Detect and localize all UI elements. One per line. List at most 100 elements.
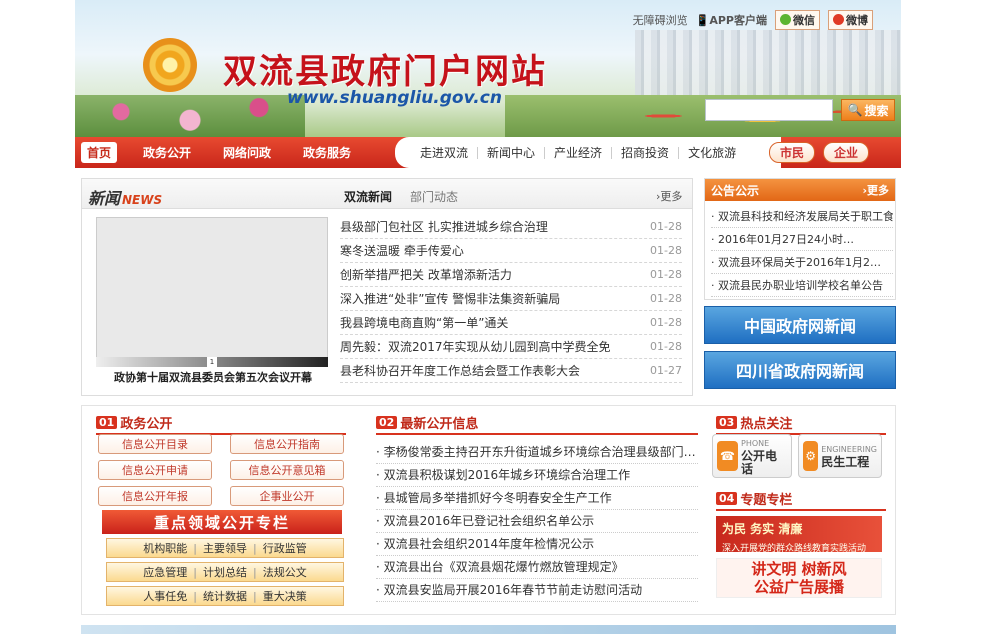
list-item[interactable]: · 双流县环保局关于2016年1月2… bbox=[711, 251, 893, 274]
nav-item-home[interactable]: 首页 bbox=[81, 142, 118, 163]
photo-index[interactable]: 1 bbox=[206, 357, 218, 367]
list-item[interactable]: · 双流县安监局开展2016年春节节前走访慰问活动 bbox=[376, 579, 698, 602]
news-photo[interactable] bbox=[96, 217, 328, 367]
search-button[interactable]: 🔍 搜索 bbox=[841, 99, 895, 121]
key-area-link[interactable]: 统计数据 bbox=[203, 588, 247, 604]
nav-item-investment[interactable]: 招商投资 bbox=[612, 146, 680, 159]
search-icon: 🔍 bbox=[847, 103, 863, 117]
list-item[interactable]: · 双流县科技和经济发展局关于职工食… bbox=[711, 205, 893, 228]
list-item[interactable]: · 双流县社会组织2014年度年检情况公示 bbox=[376, 533, 698, 556]
key-areas-row: 机构职能 | 主要领导 | 行政监管 bbox=[106, 538, 344, 558]
section-title: 最新公开信息 bbox=[400, 416, 479, 432]
hot-item-en: PHONE bbox=[741, 438, 770, 448]
key-area-link[interactable]: 应急管理 bbox=[143, 564, 187, 580]
nav-item-economy[interactable]: 产业经济 bbox=[545, 146, 613, 159]
news-title: 新闻 NEWS bbox=[88, 185, 162, 209]
enterprise-disclosure-button[interactable]: 企事业公开 bbox=[230, 486, 344, 506]
app-client-link[interactable]: 📱APP客户端 bbox=[696, 12, 767, 28]
info-guide-button[interactable]: 信息公开指南 bbox=[230, 434, 344, 454]
wechat-label: 微信 bbox=[793, 14, 815, 27]
public-phone-button[interactable]: ☎ PHONE 公开电话 bbox=[712, 434, 792, 478]
weibo-button[interactable]: 微博 bbox=[828, 10, 873, 30]
key-areas-row: 应急管理 | 计划总结 | 法规公文 bbox=[106, 562, 344, 582]
china-gov-news-link[interactable]: 中国政府网新闻 bbox=[704, 306, 896, 344]
latest-item-title: 李杨俊常委主持召开东升街道城乡环境综合治理县级部门… bbox=[383, 445, 696, 459]
hot-item-cn: 公开电话 bbox=[741, 448, 778, 476]
list-item[interactable]: 创新举措严把关 改革增添新活力 01-28 bbox=[340, 263, 682, 287]
list-item[interactable]: · 双流县出台《双流县烟花爆竹燃放管理规定》 bbox=[376, 556, 698, 579]
nav-item-gov-open[interactable]: 政务公开 bbox=[127, 144, 207, 161]
key-area-link[interactable]: 主要领导 bbox=[203, 540, 247, 556]
news-item-title: 县老科协召开年度工作总结会暨工作表彰大会 bbox=[340, 364, 581, 378]
citizen-button[interactable]: 市民 bbox=[769, 142, 816, 163]
tab-shuangliu-news[interactable]: 双流新闻 bbox=[344, 188, 392, 205]
key-area-link[interactable]: 人事任免 bbox=[143, 588, 187, 604]
key-area-link[interactable]: 行政监管 bbox=[263, 540, 307, 556]
latest-item-title: 双流县安监局开展2016年春节节前走访慰问活动 bbox=[383, 583, 643, 597]
key-area-link[interactable]: 机构职能 bbox=[143, 540, 187, 556]
info-annual-report-button[interactable]: 信息公开年报 bbox=[98, 486, 212, 506]
list-item[interactable]: · 双流县民办职业培训学校名单公告 bbox=[711, 274, 893, 297]
airport-building-graphic bbox=[635, 30, 901, 100]
notice-item-title: 2016年01月27日24小时… bbox=[718, 233, 854, 246]
sichuan-gov-news-link[interactable]: 四川省政府网新闻 bbox=[704, 351, 896, 389]
nav-item-gov-services[interactable]: 政务服务 bbox=[287, 144, 367, 161]
news-item-title: 寒冬送温暖 牵手传爱心 bbox=[340, 244, 464, 258]
livelihood-project-button[interactable]: ⚙ ENGINEERING 民生工程 bbox=[798, 434, 882, 478]
list-item[interactable]: · 双流县积极谋划2016年城乡环境综合治理工作 bbox=[376, 464, 698, 487]
integrity-topic-banner[interactable]: 为民 务实 清廉 深入开展党的群众路线教育实践活动 bbox=[716, 516, 882, 554]
news-item-date: 01-28 bbox=[650, 268, 682, 281]
list-item[interactable]: 县老科协召开年度工作总结会暨工作表彰大会 01-27 bbox=[340, 359, 682, 383]
list-item[interactable]: 周先毅：双流2017年实现从幼儿园到高中学费全免 01-28 bbox=[340, 335, 682, 359]
notice-more-link[interactable]: ›更多 bbox=[862, 182, 889, 198]
list-item[interactable]: 我县跨境电商直购“第一单”通关 01-28 bbox=[340, 311, 682, 335]
news-more-link[interactable]: ›更多 bbox=[656, 188, 682, 204]
accessibility-link[interactable]: 无障碍浏览 bbox=[633, 12, 688, 28]
key-area-link[interactable]: 重大决策 bbox=[263, 588, 307, 604]
nav-item-news-center[interactable]: 新闻中心 bbox=[478, 146, 546, 159]
nav-primary: 首页 政务公开 网络问政 政务服务 bbox=[81, 137, 367, 168]
key-areas-row: 人事任免 | 统计数据 | 重大决策 bbox=[106, 586, 344, 606]
civility-ad-banner[interactable]: 讲文明 树新风 公益广告展播 bbox=[716, 558, 882, 598]
nav-item-online-inquiry[interactable]: 网络问政 bbox=[207, 144, 287, 161]
news-list: 县级部门包社区 扎实推进城乡综合治理 01-28 寒冬送温暖 牵手传爱心 01-28… bbox=[340, 215, 682, 383]
list-item[interactable]: 县级部门包社区 扎实推进城乡综合治理 01-28 bbox=[340, 215, 682, 239]
list-item[interactable]: 深入推进“处非”宣传 警惕非法集资新骗局 01-28 bbox=[340, 287, 682, 311]
wechat-button[interactable]: 微信 bbox=[775, 10, 820, 30]
special-topics-header: 04 专题专栏 bbox=[716, 488, 886, 508]
hot-topics-column: 03 热点关注 bbox=[716, 412, 886, 435]
list-item[interactable]: · 李杨俊常委主持召开东升街道城乡环境综合治理县级部门… bbox=[376, 441, 698, 464]
topic-a-line1: 为民 务实 清廉 bbox=[722, 522, 803, 536]
flower-garden-graphic bbox=[75, 95, 305, 137]
list-item[interactable]: · 双流县2016年已登记社会组织名单公示 bbox=[376, 510, 698, 533]
search-button-label: 搜索 bbox=[864, 103, 889, 118]
gov-open-column: 01 政务公开 bbox=[96, 412, 346, 435]
tab-department-news[interactable]: 部门动态 bbox=[410, 188, 458, 205]
news-title-en: NEWS bbox=[122, 193, 163, 207]
info-catalog-button[interactable]: 信息公开目录 bbox=[98, 434, 212, 454]
list-item[interactable]: · 2016年01月27日24小时… bbox=[711, 228, 893, 251]
bottom-banner-strip bbox=[81, 625, 896, 634]
key-area-link[interactable]: 计划总结 bbox=[203, 564, 247, 580]
info-feedback-button[interactable]: 信息公开意见箱 bbox=[230, 460, 344, 480]
enterprise-button[interactable]: 企业 bbox=[823, 142, 870, 163]
nav-item-culture-tourism[interactable]: 文化旅游 bbox=[679, 147, 745, 159]
section-title: 专题专栏 bbox=[740, 492, 793, 508]
list-item[interactable]: 寒冬送温暖 牵手传爱心 01-28 bbox=[340, 239, 682, 263]
news-item-date: 01-27 bbox=[650, 364, 682, 377]
news-item-title: 深入推进“处非”宣传 警惕非法集资新骗局 bbox=[340, 292, 561, 306]
list-item[interactable]: · 县城管局多举措抓好今冬明春安全生产工作 bbox=[376, 487, 698, 510]
site-logo[interactable] bbox=[143, 38, 197, 92]
latest-item-title: 县城管局多举措抓好今冬明春安全生产工作 bbox=[383, 491, 612, 505]
nav-item-about[interactable]: 走进双流 bbox=[411, 146, 479, 159]
info-request-button[interactable]: 信息公开申请 bbox=[98, 460, 212, 480]
news-header: 新闻 NEWS 双流新闻 部门动态 ›更多 bbox=[82, 179, 692, 209]
news-item-date: 01-28 bbox=[650, 292, 682, 305]
latest-info-header: 02 最新公开信息 bbox=[376, 412, 698, 432]
news-item-date: 01-28 bbox=[650, 340, 682, 353]
search-input[interactable] bbox=[705, 99, 833, 121]
topic-b-line2: 公益广告展播 bbox=[753, 578, 844, 596]
photo-caption[interactable]: 政协第十届双流县委员会第五次会议开幕 bbox=[90, 369, 336, 385]
key-area-link[interactable]: 法规公文 bbox=[263, 564, 307, 580]
key-areas-banner[interactable]: 重点领域公开专栏 bbox=[102, 510, 342, 534]
